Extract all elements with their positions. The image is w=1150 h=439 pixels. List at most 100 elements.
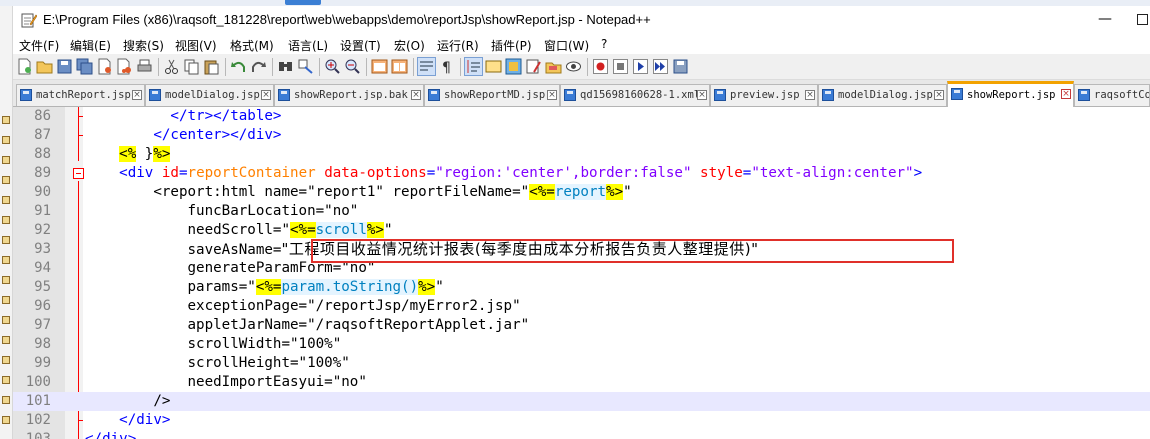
- print-icon[interactable]: [136, 58, 153, 75]
- code-text: </div>: [85, 431, 137, 439]
- close-icon[interactable]: ×: [411, 90, 421, 100]
- file-icon: [2, 336, 10, 344]
- notepad-plus-plus-icon: [21, 13, 37, 28]
- file-icon: [2, 296, 10, 304]
- menu-window[interactable]: 窗口(W): [544, 37, 589, 54]
- code-text: <div id=reportContainer data-options="re…: [119, 165, 923, 181]
- code-line[interactable]: 91 funcBarLocation="no": [13, 202, 1150, 221]
- line-number: 94: [34, 260, 51, 276]
- tab-showreport-jsp[interactable]: showReport.jsp ×: [947, 81, 1074, 107]
- document-map-icon[interactable]: [505, 58, 522, 75]
- undo-icon[interactable]: [230, 58, 247, 75]
- paste-icon[interactable]: [203, 58, 220, 75]
- tab-label: showReportMD.jsp: [444, 89, 546, 101]
- indent-guide-icon[interactable]: [464, 57, 483, 76]
- code-line[interactable]: 90 <report:html name="report1" reportFil…: [13, 183, 1150, 202]
- sync-vertical-icon[interactable]: [371, 58, 388, 75]
- menu-help[interactable]: ?: [601, 37, 607, 51]
- code-line[interactable]: 99 scrollHeight="100%": [13, 354, 1150, 373]
- tab-modeldialog-jsp-2[interactable]: modelDialog.jsp ×: [818, 84, 947, 106]
- close-file-icon[interactable]: [96, 58, 113, 75]
- tab-preview-jsp[interactable]: preview.jsp ×: [710, 84, 818, 106]
- saved-file-icon: [822, 89, 834, 101]
- toolbar-separator: [587, 58, 588, 76]
- svg-text:¶: ¶: [442, 60, 451, 75]
- tab-showreport-jsp-bak[interactable]: showReport.jsp.bak ×: [274, 84, 424, 106]
- menu-run[interactable]: 运行(R): [437, 37, 479, 54]
- code-line[interactable]: 95 params="<%=param.toString()%>": [13, 278, 1150, 297]
- code-line[interactable]: 86 </tr></table>: [13, 107, 1150, 126]
- code-line[interactable]: 103 </div>: [13, 430, 1150, 439]
- show-all-characters-icon[interactable]: ¶: [438, 58, 455, 75]
- menu-format[interactable]: 格式(M): [230, 37, 274, 54]
- code-line[interactable]: 98 scrollWidth="100%": [13, 335, 1150, 354]
- monitoring-icon[interactable]: [565, 58, 582, 75]
- menu-file[interactable]: 文件(F): [19, 37, 59, 54]
- line-number: 103: [25, 431, 51, 439]
- playback-macro-icon[interactable]: [632, 58, 649, 75]
- background-tab-edge: [285, 0, 321, 5]
- code-line[interactable]: 92 needScroll="<%=scroll%>": [13, 221, 1150, 240]
- menu-macro[interactable]: 宏(O): [394, 37, 425, 54]
- tab-showreportmd-jsp[interactable]: showReportMD.jsp ×: [424, 84, 560, 106]
- close-icon[interactable]: ×: [1061, 89, 1071, 99]
- menu-edit[interactable]: 编辑(E): [70, 37, 111, 54]
- save-icon[interactable]: [56, 58, 73, 75]
- menu-search[interactable]: 搜索(S): [123, 37, 164, 54]
- tab-label: modelDialog.jsp: [838, 89, 933, 101]
- zoom-in-icon[interactable]: [324, 58, 341, 75]
- replace-icon[interactable]: [297, 58, 314, 75]
- tab-qd-xml[interactable]: qd15698160628-1.xml ×: [560, 84, 710, 106]
- open-file-icon[interactable]: [36, 58, 53, 75]
- word-wrap-icon[interactable]: [417, 57, 436, 76]
- record-macro-icon[interactable]: [592, 58, 609, 75]
- close-icon[interactable]: ×: [132, 90, 142, 100]
- menu-settings[interactable]: 设置(T): [340, 37, 381, 54]
- close-icon[interactable]: ×: [261, 90, 271, 100]
- code-line[interactable]: 102 </div>: [13, 411, 1150, 430]
- line-number: 101: [25, 393, 51, 409]
- toolbar-separator: [225, 58, 226, 76]
- menu-view[interactable]: 视图(V): [175, 37, 217, 54]
- menu-plugins[interactable]: 插件(P): [491, 37, 532, 54]
- sync-horizontal-icon[interactable]: [391, 58, 408, 75]
- code-line[interactable]: 96 exceptionPage="/reportJsp/myError2.js…: [13, 297, 1150, 316]
- code-line[interactable]: 87 </center></div>: [13, 126, 1150, 145]
- stop-recording-icon[interactable]: [612, 58, 629, 75]
- close-icon[interactable]: ×: [934, 90, 944, 100]
- tab-raqsoftco[interactable]: raqsoftCo: [1074, 84, 1150, 106]
- close-all-icon[interactable]: [116, 58, 133, 75]
- code-text: <% }%>: [119, 146, 171, 162]
- code-line[interactable]: 97 appletJarName="/raqsoftReportApplet.j…: [13, 316, 1150, 335]
- file-icon: [2, 416, 10, 424]
- run-macro-multiple-icon[interactable]: [652, 58, 669, 75]
- save-all-icon[interactable]: [76, 58, 93, 75]
- zoom-out-icon[interactable]: [344, 58, 361, 75]
- toolbar: ¶: [13, 54, 1150, 80]
- find-icon[interactable]: [277, 58, 294, 75]
- code-line[interactable]: 100 needImportEasyui="no": [13, 373, 1150, 392]
- tab-modeldialog-jsp[interactable]: modelDialog.jsp ×: [145, 84, 274, 106]
- menu-language[interactable]: 语言(L): [288, 37, 328, 54]
- redo-icon[interactable]: [250, 58, 267, 75]
- current-code-line[interactable]: 101 />: [13, 392, 1150, 411]
- copy-icon[interactable]: [183, 58, 200, 75]
- folder-workspace-icon[interactable]: [545, 58, 562, 75]
- close-icon[interactable]: ×: [547, 90, 557, 100]
- save-macro-icon[interactable]: [672, 58, 689, 75]
- close-icon[interactable]: ×: [805, 90, 815, 100]
- code-line[interactable]: 89 <div id=reportContainer data-options=…: [13, 164, 1150, 183]
- code-editor[interactable]: 86 </tr></table> 87 </center></div> 88 <…: [13, 107, 1150, 439]
- tab-matchreport-jsp[interactable]: matchReport.jsp ×: [16, 84, 145, 106]
- function-list-icon[interactable]: [525, 58, 542, 75]
- maximize-button[interactable]: [1137, 14, 1148, 25]
- code-text: </tr></table>: [170, 108, 282, 124]
- close-icon[interactable]: ×: [697, 90, 707, 100]
- line-number: 93: [34, 241, 51, 257]
- line-number: 95: [34, 279, 51, 295]
- minimize-button[interactable]: —: [1095, 8, 1115, 30]
- code-line[interactable]: 88 <% }%>: [13, 145, 1150, 164]
- cut-icon[interactable]: [163, 58, 180, 75]
- language-icon[interactable]: [485, 58, 502, 75]
- new-file-icon[interactable]: [16, 58, 33, 75]
